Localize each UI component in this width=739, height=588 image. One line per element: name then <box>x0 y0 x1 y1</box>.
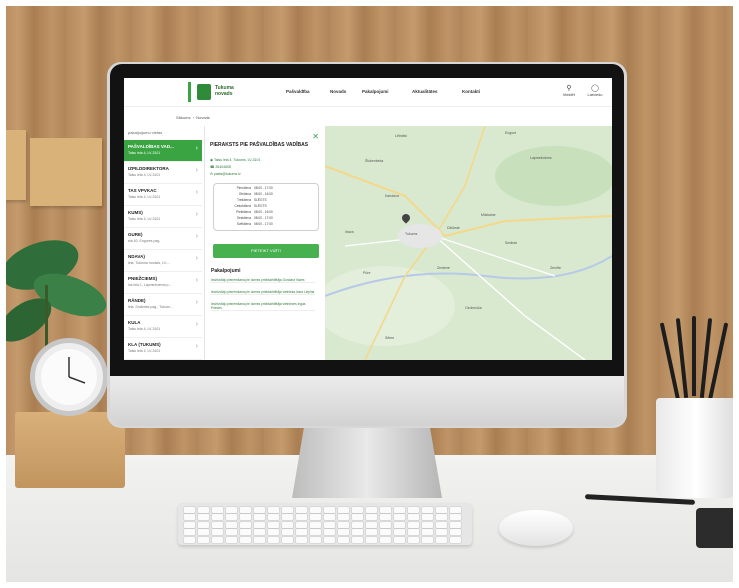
photo-border <box>0 0 739 588</box>
